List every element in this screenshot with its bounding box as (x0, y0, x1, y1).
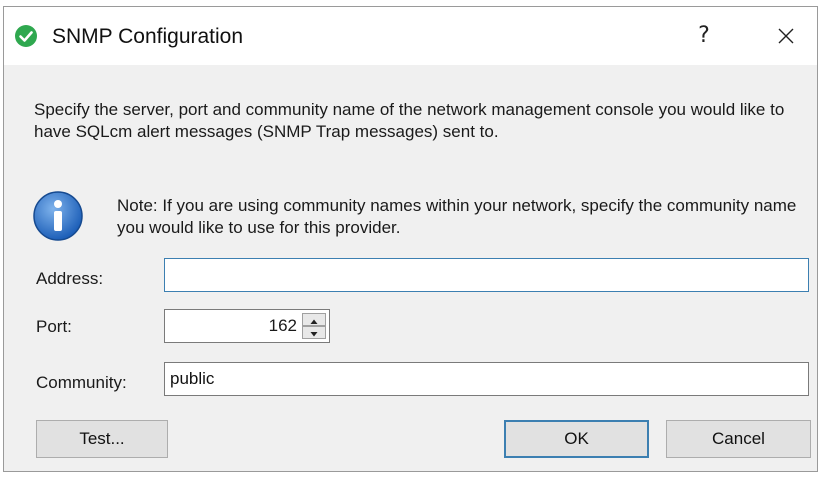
community-label: Community: (36, 373, 127, 392)
port-label: Port: (36, 317, 72, 336)
ok-button[interactable]: OK (504, 420, 649, 458)
check-circle-icon (15, 25, 37, 47)
note-text: Note: If you are using community names w… (117, 196, 797, 237)
cancel-button[interactable]: Cancel (666, 420, 811, 458)
address-input[interactable] (164, 258, 809, 292)
port-stepper[interactable]: 162 (164, 309, 330, 343)
test-button[interactable]: Test... (36, 420, 168, 458)
port-value[interactable]: 162 (177, 310, 297, 342)
port-decrement-button[interactable] (302, 326, 326, 339)
address-label: Address: (36, 269, 104, 288)
close-icon[interactable] (766, 21, 806, 51)
community-input[interactable] (164, 362, 809, 396)
description-text: Specify the server, port and community n… (34, 100, 785, 141)
arrow-down-icon (310, 332, 318, 337)
dialog-title: SNMP Configuration (52, 25, 244, 48)
port-increment-button[interactable] (302, 313, 326, 326)
info-icon (33, 191, 83, 241)
snmp-configuration-dialog: SNMP Configuration ? Specify the server,… (3, 6, 818, 472)
help-button[interactable]: ? (684, 21, 724, 51)
title-bar: SNMP Configuration ? (4, 7, 817, 65)
